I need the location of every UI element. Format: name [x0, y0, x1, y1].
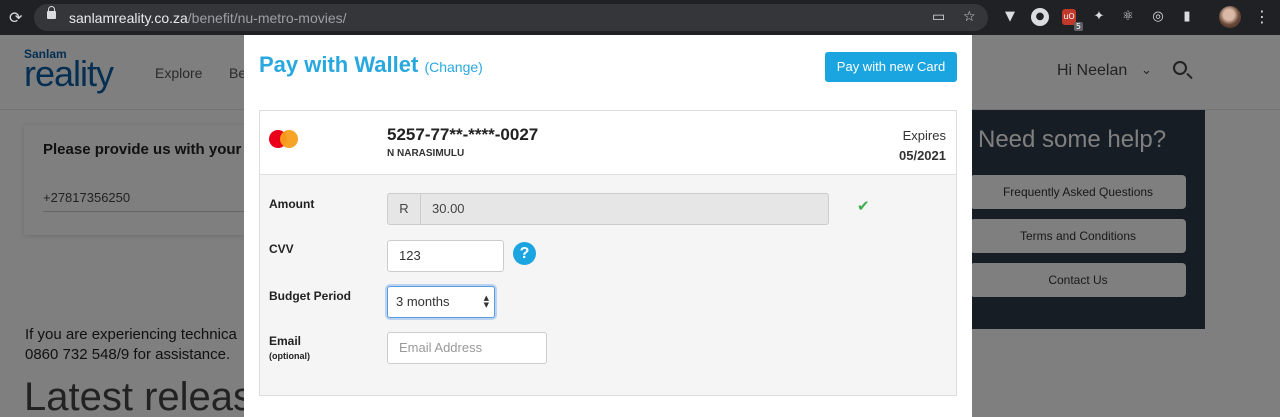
modal-title: Pay with Wallet (Change) — [259, 52, 483, 78]
popup-blocked-icon[interactable]: ▭ — [932, 9, 945, 25]
url-host: sanlamreality.co.za — [69, 10, 188, 26]
email-label: Email — [269, 334, 302, 348]
checkmark-icon: ✔ — [857, 197, 870, 215]
react-extension-icon[interactable]: ⚛ — [1119, 8, 1137, 26]
vue-extension-icon[interactable]: ▼ — [1001, 8, 1019, 26]
cvv-input[interactable]: 123 — [387, 240, 504, 272]
bookmark-star-icon[interactable]: ☆ — [963, 9, 976, 25]
card-expiry: Expires 05/2021 — [899, 126, 946, 166]
amount-label: Amount — [269, 197, 315, 211]
amount-value: 30.00 — [432, 201, 465, 216]
modal-title-text: Pay with Wallet — [259, 52, 419, 77]
kebab-menu-icon[interactable]: ⋮ — [1254, 7, 1270, 26]
target-extension-icon[interactable]: ◎ — [1149, 8, 1167, 26]
cvv-label: CVV — [269, 242, 294, 256]
pay-with-wallet-modal: Pay with Wallet (Change) Pay with new Ca… — [244, 35, 972, 417]
browser-toolbar: ⟳ sanlamreality.co.za/benefit/nu-metro-m… — [0, 0, 1280, 35]
budget-period-label: Budget Period — [269, 289, 352, 303]
ghostery-extension-icon[interactable]: ● — [1031, 8, 1049, 26]
change-link[interactable]: (Change) — [424, 59, 482, 75]
mastercard-icon — [269, 130, 299, 148]
budget-period-value: 3 months — [396, 294, 450, 309]
card-holder: N NARASIMULU — [387, 148, 465, 159]
expires-value: 05/2021 — [899, 148, 946, 163]
profile-avatar[interactable] — [1219, 6, 1241, 28]
lock-icon[interactable] — [47, 6, 56, 19]
currency-addon: R — [388, 194, 421, 224]
wallet-card-panel: 5257-77**-****-0027 N NARASIMULU Expires… — [259, 110, 957, 396]
ublock-extension-icon[interactable]: uO 5 — [1062, 9, 1083, 31]
card-number: 5257-77**-****-0027 — [387, 125, 539, 144]
card-summary: 5257-77**-****-0027 N NARASIMULU Expires… — [260, 111, 956, 175]
budget-period-select[interactable]: 3 months ▲ ▼ — [387, 286, 495, 318]
url-path: /benefit/nu-metro-movies/ — [187, 10, 347, 26]
help-question-icon[interactable]: ? — [513, 242, 536, 265]
amount-field: R 30.00 — [387, 193, 829, 225]
address-bar[interactable]: sanlamreality.co.za/benefit/nu-metro-mov… — [34, 4, 988, 31]
url-text[interactable]: sanlamreality.co.za/benefit/nu-metro-mov… — [69, 10, 347, 26]
reload-icon[interactable]: ⟳ — [9, 8, 22, 27]
extension-badge: 5 — [1073, 22, 1083, 31]
device-extension-icon[interactable]: ▮ — [1178, 8, 1196, 26]
email-optional-label: (optional) — [269, 351, 310, 361]
pay-with-new-card-button[interactable]: Pay with new Card — [825, 52, 957, 82]
select-arrows-icon: ▲ ▼ — [483, 294, 489, 309]
email-input[interactable]: Email Address — [387, 332, 547, 364]
expires-label: Expires — [902, 128, 946, 143]
puzzle-extension-icon[interactable]: ✦ — [1090, 8, 1108, 26]
